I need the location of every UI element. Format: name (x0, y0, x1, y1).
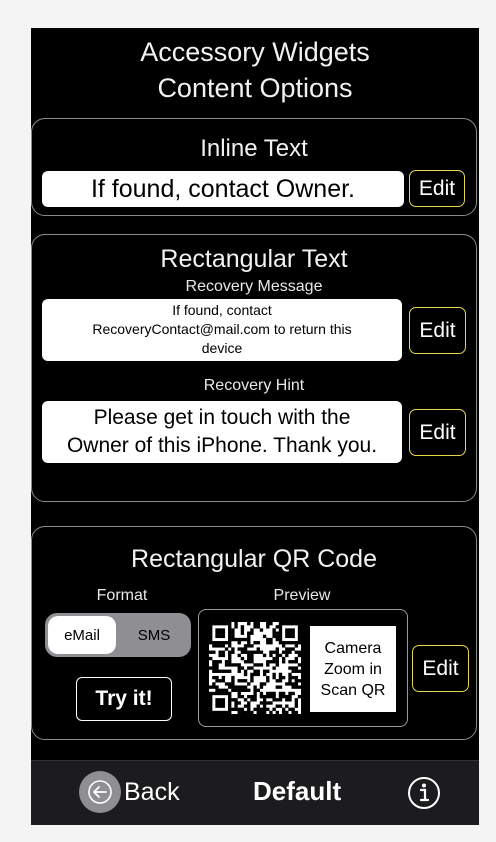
page-title-line2: Content Options (157, 73, 353, 103)
recovery-message-line2: RecoveryContact@mail.com to return this (92, 321, 352, 337)
recovery-hint-box[interactable]: Please get in touch with the Owner of th… (42, 401, 402, 463)
inline-edit-button[interactable]: Edit (409, 170, 465, 207)
recovery-hint-label: Recovery Hint (203, 377, 305, 394)
default-button[interactable]: Default (253, 776, 341, 807)
page-title-line1: Accessory Widgets (140, 37, 370, 67)
qr-edit-button[interactable]: Edit (412, 645, 469, 692)
qr-code-panel: Rectangular QR Code Format Preview eMail… (31, 526, 477, 740)
app-screen: Accessory Widgets Content Options Inline… (31, 28, 479, 825)
recovery-message-edit-button[interactable]: Edit (409, 307, 466, 354)
format-option-email[interactable]: eMail (48, 616, 116, 654)
recovery-message-label: Recovery Message (185, 278, 323, 295)
camera-line-2: Zoom in (324, 660, 382, 678)
qr-code-image (209, 622, 302, 715)
recovery-hint-line1: Please get in touch with the (93, 406, 351, 429)
recovery-hint-edit-button[interactable]: Edit (409, 409, 466, 456)
inline-text-panel: Inline Text If found, contact Owner. Edi… (31, 118, 477, 216)
arrow-left-icon (88, 780, 112, 804)
recovery-message-line3: device (201, 340, 243, 356)
camera-line-3: Scan QR (320, 681, 386, 699)
try-it-button[interactable]: Try it! (76, 677, 172, 721)
camera-line-1: Camera (324, 639, 382, 657)
format-option-sms[interactable]: SMS (119, 616, 189, 654)
inline-text-title: Inline Text (200, 135, 308, 162)
recovery-hint-line2: Owner of this iPhone. Thank you. (66, 434, 378, 457)
recovery-message-line1: If found, contact (172, 302, 272, 318)
recovery-message-box[interactable]: If found, contact RecoveryContact@mail.c… (42, 299, 402, 361)
bottom-toolbar: Back Default (31, 760, 479, 825)
inline-text-value[interactable]: If found, contact Owner. (42, 171, 404, 207)
qr-code-title: Rectangular QR Code (131, 545, 377, 573)
rectangular-text-panel: Rectangular Text Recovery Message If fou… (31, 234, 477, 502)
format-label: Format (96, 587, 148, 604)
back-button-label[interactable]: Back (124, 778, 180, 807)
back-button-circle[interactable] (79, 771, 121, 813)
qr-preview-box: Camera Zoom in Scan QR (198, 609, 408, 727)
format-segmented-control: eMail SMS (45, 613, 191, 657)
rectangular-text-title: Rectangular Text (160, 245, 348, 273)
info-icon[interactable] (406, 775, 442, 811)
preview-label: Preview (273, 587, 331, 604)
camera-instructions: Camera Zoom in Scan QR (310, 626, 396, 712)
